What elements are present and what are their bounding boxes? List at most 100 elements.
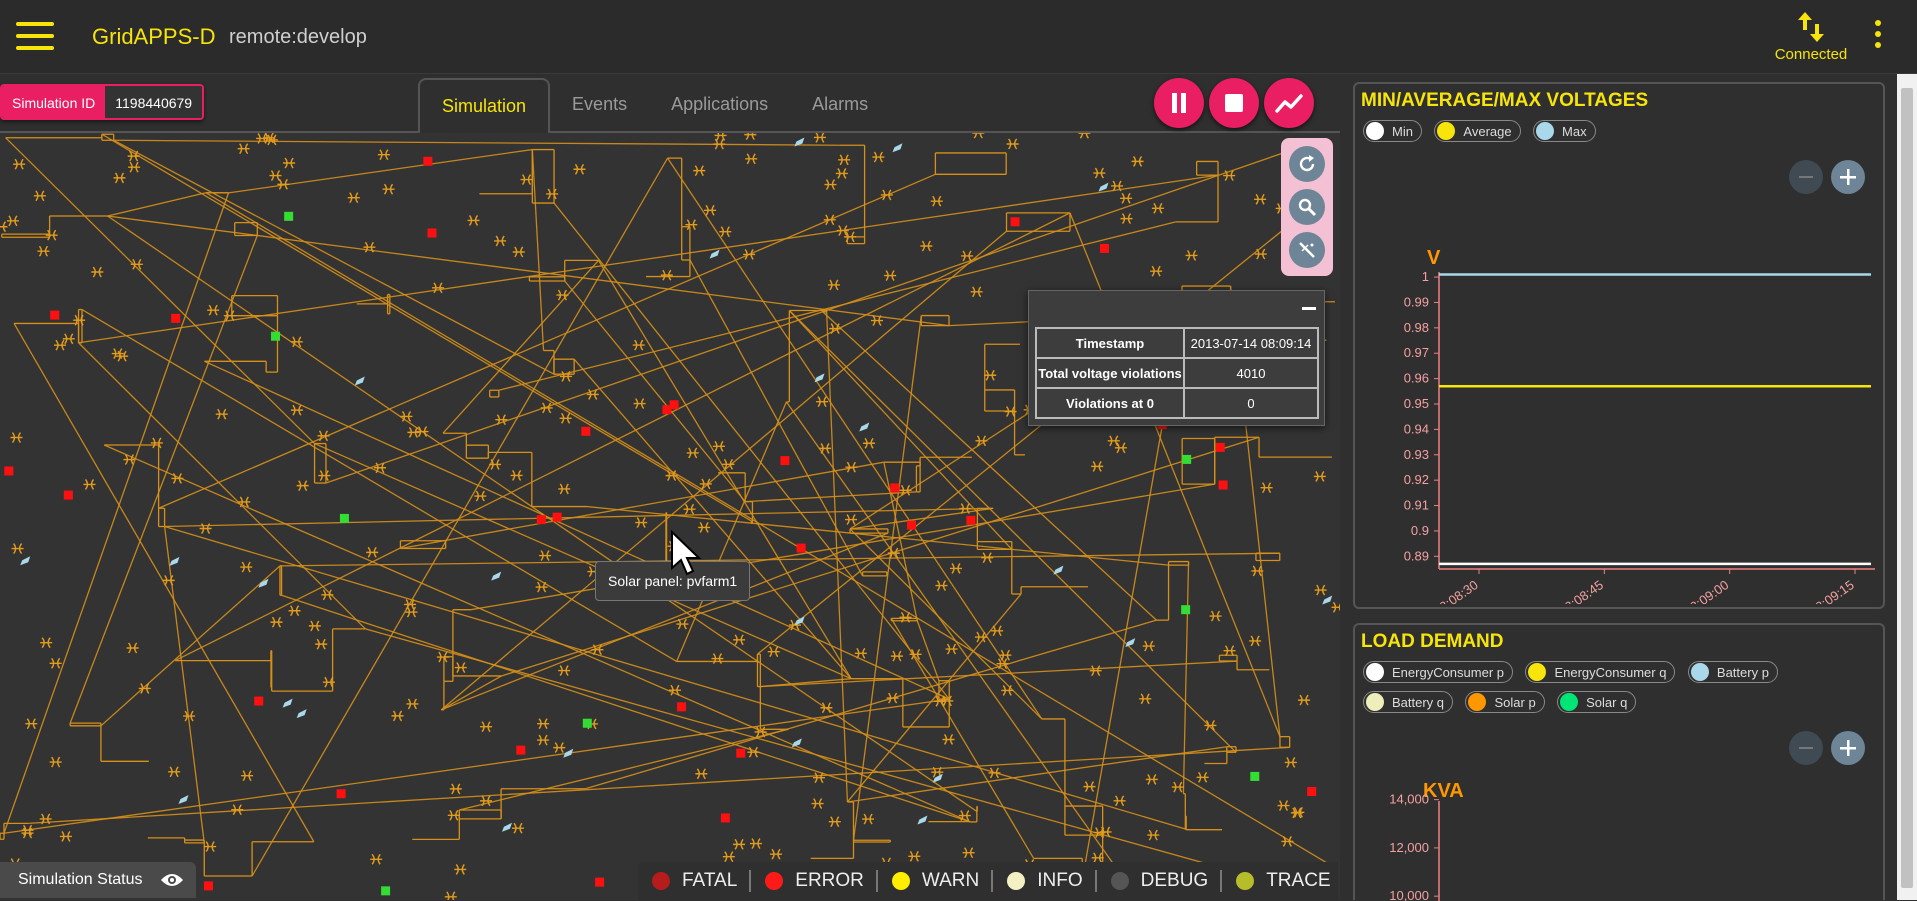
panel-title: MIN/AVERAGE/MAX VOLTAGES	[1361, 90, 1649, 111]
transformer-icon	[449, 783, 462, 795]
transformer-icon	[573, 163, 586, 175]
transformer-icon	[962, 847, 975, 859]
top-app-bar: GridAPPS-D remote:develop Connected	[0, 0, 1917, 74]
more-vert-icon[interactable]	[1872, 20, 1884, 54]
menu-icon[interactable]	[16, 22, 54, 50]
transformer-icon	[37, 245, 50, 257]
transformer-icon	[558, 483, 571, 495]
refresh-icon	[1299, 155, 1315, 172]
transformer-icon	[693, 165, 706, 177]
search-button[interactable]	[1289, 189, 1325, 225]
transformer-icon	[11, 543, 24, 554]
environment-label: remote:develop	[229, 26, 367, 48]
error-node	[662, 405, 672, 415]
fatal-dot	[652, 872, 670, 890]
row-key: Total voltage violations	[1035, 357, 1185, 389]
legend-chip-solar-q[interactable]: Solar q	[1557, 691, 1637, 713]
pause-icon	[1172, 93, 1186, 113]
tab-events[interactable]: Events	[550, 78, 649, 132]
error-node	[50, 310, 60, 320]
error-node	[720, 813, 730, 823]
transformer-icon	[1120, 192, 1133, 204]
line-segment	[107, 215, 950, 327]
solar-panel-icon	[1053, 565, 1064, 575]
transformer-icon	[970, 286, 983, 298]
transformer-icon	[391, 710, 404, 722]
legend-chip-energyconsumer-q[interactable]: EnergyConsumer q	[1525, 661, 1676, 683]
log-level-trace[interactable]: TRACE	[1222, 870, 1342, 892]
scrollbar-thumb[interactable]	[1901, 88, 1913, 888]
transformer-icon	[6, 215, 19, 227]
error-node	[796, 543, 806, 553]
transformer-icon	[59, 831, 72, 842]
line-segment	[1182, 561, 1190, 794]
zoom-out-button[interactable]	[1789, 731, 1823, 765]
log-level-debug[interactable]: DEBUG	[1097, 870, 1223, 892]
tab-simulation[interactable]: Simulation	[418, 78, 551, 134]
zoom-in-button[interactable]	[1831, 160, 1865, 194]
legend-chip-max[interactable]: Max	[1533, 120, 1596, 142]
log-level-warn[interactable]: WARN	[878, 870, 994, 892]
transformer-icon	[10, 432, 23, 443]
transformer-icon	[1151, 202, 1164, 214]
line-segment	[113, 139, 840, 146]
legend-chip-min[interactable]: Min	[1363, 120, 1422, 142]
log-level-label: FATAL	[682, 870, 738, 891]
plot-button[interactable]	[1264, 78, 1314, 128]
connection-status: Connected	[1755, 10, 1867, 63]
load-legend: EnergyConsumer p EnergyConsumer q Batter…	[1363, 661, 1843, 721]
zoom-in-button[interactable]	[1831, 731, 1865, 765]
transformer-icon	[908, 850, 921, 862]
refresh-button[interactable]	[1289, 146, 1325, 182]
stop-button[interactable]	[1209, 78, 1259, 128]
violation-table: Timestamp 2013-07-14 08:09:14 Total volt…	[1035, 327, 1319, 419]
legend-swatch	[1690, 663, 1709, 681]
transformer-icon	[1277, 800, 1290, 811]
y-tick-label: 0.94	[1404, 421, 1429, 436]
y-tick-label: 0.95	[1404, 396, 1429, 411]
transformer-icon	[366, 546, 379, 558]
transformer-icon	[816, 396, 829, 408]
y-tick-label: 0.98	[1404, 320, 1429, 335]
network-map[interactable]	[0, 133, 1340, 900]
simulation-status-toggle[interactable]: Simulation Status	[0, 862, 196, 898]
transformer-icon	[1093, 827, 1106, 838]
row-key: Violations at 0	[1035, 387, 1185, 419]
transformer-icon	[880, 189, 893, 201]
feeder-topology[interactable]	[0, 133, 1340, 900]
log-level-fatal[interactable]: FATAL	[638, 870, 752, 892]
transformer-icon	[1260, 482, 1273, 494]
voltage-violation-popup: Timestamp 2013-07-14 08:09:14 Total volt…	[1028, 290, 1325, 426]
legend-label: Battery q	[1392, 694, 1445, 710]
solar-panel-icon	[296, 709, 307, 719]
legend-chip-energyconsumer-p[interactable]: EnergyConsumer p	[1363, 661, 1513, 683]
legend-label: Average	[1463, 123, 1512, 139]
transformer-icon	[988, 767, 1001, 779]
transformer-icon	[1083, 781, 1096, 793]
page-scrollbar[interactable]	[1897, 74, 1917, 900]
log-level-error[interactable]: ERROR	[751, 870, 878, 892]
error-node	[4, 466, 14, 476]
solar-panel-icon	[709, 249, 720, 259]
transformer-icon	[1150, 265, 1163, 277]
legend-chip-solar-p[interactable]: Solar p	[1465, 691, 1545, 713]
transformer-icon	[318, 470, 331, 481]
wand-button[interactable]	[1289, 232, 1325, 268]
log-level-info[interactable]: INFO	[993, 870, 1097, 892]
zoom-out-button[interactable]	[1789, 160, 1823, 194]
transformer-icon	[838, 154, 851, 166]
transformer-icon	[33, 190, 46, 202]
transformer-icon	[283, 157, 296, 169]
tab-applications[interactable]: Applications	[649, 78, 790, 132]
legend-chip-battery-q[interactable]: Battery q	[1363, 691, 1454, 713]
pause-button[interactable]	[1154, 78, 1204, 128]
legend-chip-battery-p[interactable]: Battery p	[1687, 661, 1778, 683]
transformer-icon	[813, 133, 826, 143]
tab-alarms[interactable]: Alarms	[790, 78, 890, 132]
legend-chip-average[interactable]: Average	[1434, 120, 1521, 142]
transformer-icon	[558, 665, 571, 677]
log-level-label: TRACE	[1266, 870, 1331, 891]
transformer-icon	[1091, 460, 1104, 472]
transformer-icon	[1006, 138, 1019, 150]
minimize-icon[interactable]	[1302, 307, 1316, 310]
